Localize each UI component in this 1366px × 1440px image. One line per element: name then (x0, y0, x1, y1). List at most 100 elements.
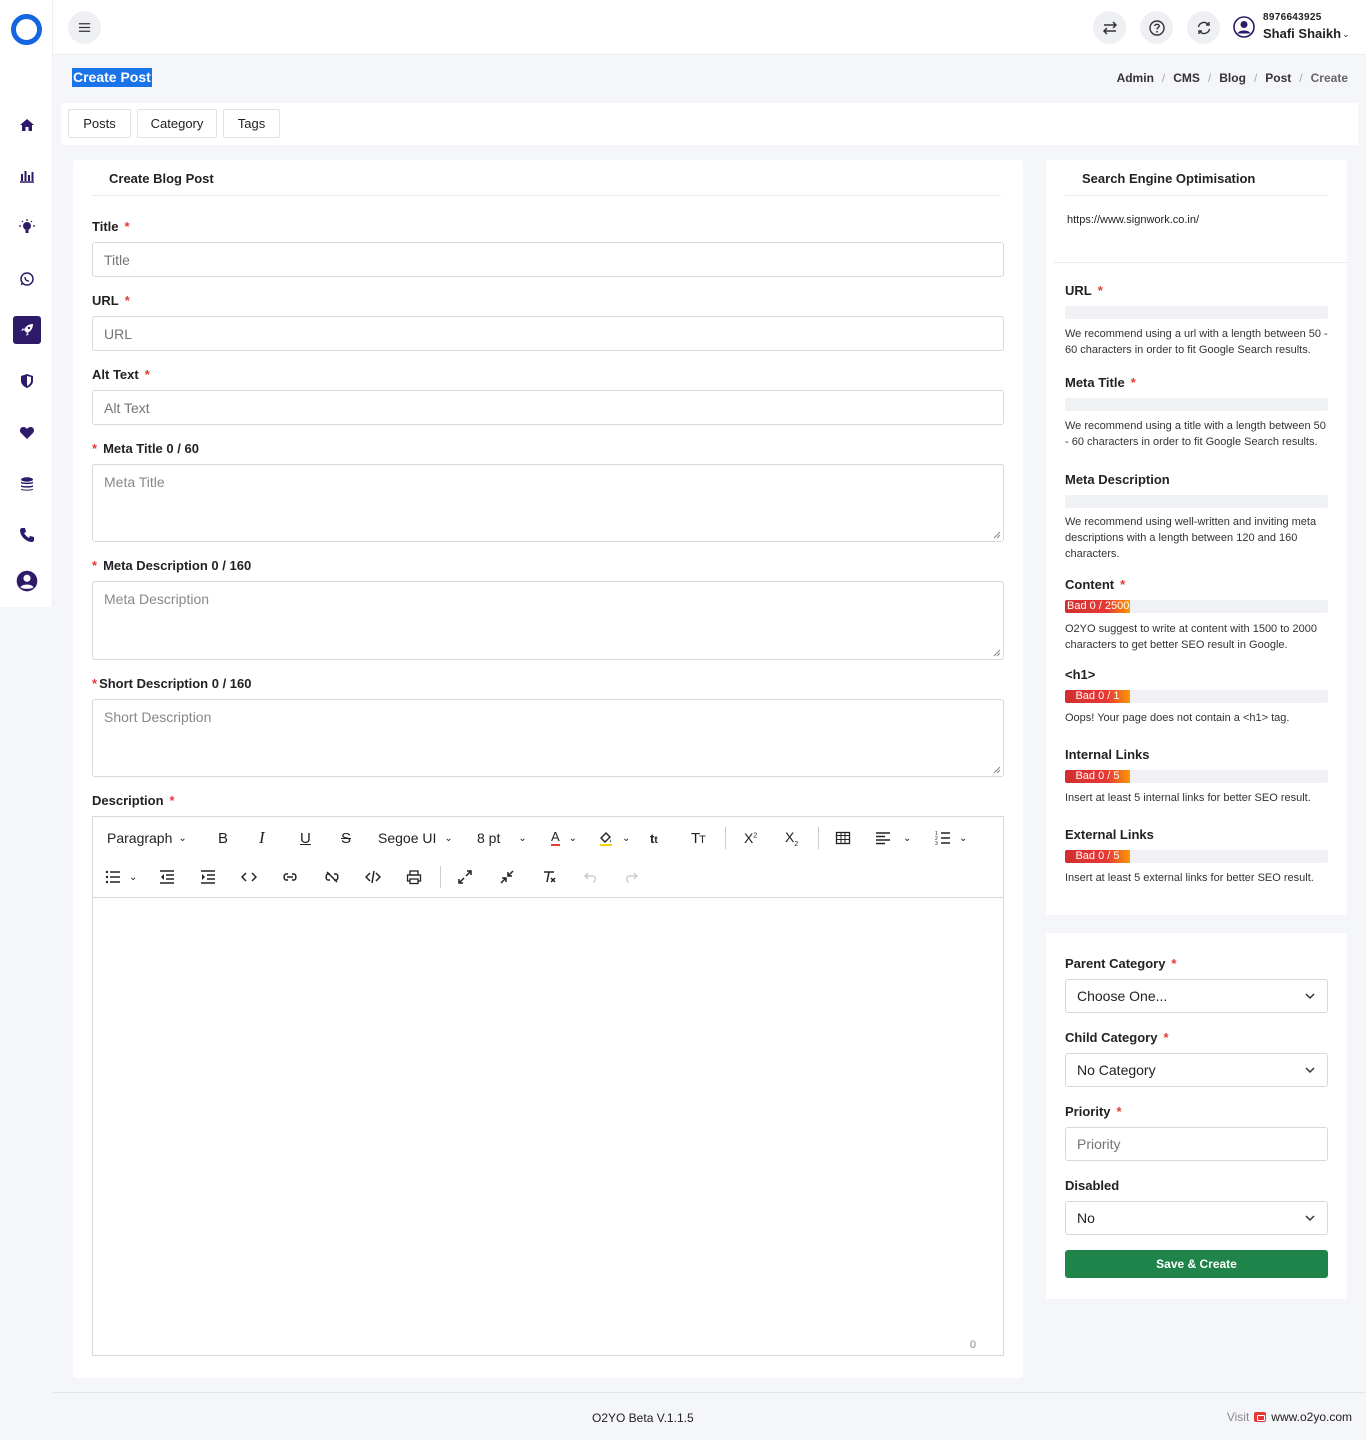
seo-content-label: Content * (1065, 577, 1126, 592)
editor-content-area[interactable] (93, 899, 1003, 1355)
resize-grip-icon[interactable] (993, 649, 1001, 657)
strikethrough-icon[interactable]: S (341, 827, 351, 849)
short-description-placeholder: Short Description (104, 709, 212, 725)
hamburger-menu-icon[interactable] (68, 11, 101, 44)
seo-h1-label: <h1> (1065, 667, 1096, 682)
block-format-select[interactable]: Paragraph ⌄ (107, 827, 187, 849)
child-category-value: No Category (1077, 1062, 1156, 1078)
source-code-icon[interactable] (365, 866, 381, 888)
short-description-textarea[interactable]: Short Description (92, 699, 1004, 777)
description-label: Description * (92, 793, 175, 808)
table-icon[interactable] (835, 827, 851, 849)
breadcrumb-post[interactable]: Post (1265, 71, 1291, 85)
subscript-icon[interactable]: X2 (785, 827, 798, 849)
underline-icon[interactable]: U (300, 827, 311, 849)
seo-meta-description-label: Meta Description (1065, 472, 1170, 487)
priority-input[interactable] (1065, 1127, 1328, 1161)
tab-tags[interactable]: Tags (223, 109, 280, 138)
seo-url-label: URL * (1065, 283, 1103, 298)
divider (92, 195, 1001, 196)
rocket-icon[interactable] (13, 316, 41, 344)
visit-label: Visit (1226, 1410, 1250, 1424)
toolbar-separator (818, 827, 819, 849)
meta-title-textarea[interactable]: Meta Title (92, 464, 1004, 542)
seo-content-note: O2YO suggest to write at content with 15… (1065, 623, 1317, 651)
title-input[interactable] (92, 242, 1004, 277)
tab-category[interactable]: Category (137, 109, 217, 138)
create-blog-post-card: Create Blog Post Title* URL* Alt Text* *… (73, 160, 1023, 1378)
profile-icon[interactable] (13, 567, 41, 595)
priority-label: Priority * (1065, 1104, 1122, 1119)
link-icon[interactable] (282, 866, 298, 888)
meta-title-label: * Meta Title 0 / 60 (92, 441, 199, 456)
uppercase-icon[interactable]: TT (691, 827, 706, 849)
outdent-icon[interactable] (159, 866, 175, 888)
resize-grip-icon[interactable] (993, 766, 1001, 774)
fullscreen-icon[interactable] (457, 866, 473, 888)
meta-description-textarea[interactable]: Meta Description (92, 581, 1004, 660)
alt-text-label: Alt Text * (92, 367, 150, 382)
seo-internal-links-label: Internal Links (1065, 747, 1150, 762)
title-label: Title * (92, 219, 130, 234)
lightbulb-icon[interactable] (13, 213, 41, 241)
disabled-select[interactable]: No (1065, 1201, 1328, 1235)
toolbar-separator (725, 827, 726, 849)
indent-icon[interactable] (200, 866, 216, 888)
bullet-list-icon[interactable]: ⌄ (105, 866, 137, 888)
font-size-select[interactable]: 8 pt ⌄ (477, 827, 527, 849)
chevron-down-icon: ⌄ (518, 832, 527, 844)
alt-text-input[interactable] (92, 390, 1004, 425)
chart-icon[interactable] (13, 162, 41, 190)
divider (1065, 195, 1328, 196)
breadcrumb-blog[interactable]: Blog (1219, 71, 1246, 85)
breadcrumb-admin[interactable]: Admin (1117, 71, 1154, 85)
whatsapp-icon[interactable] (13, 265, 41, 293)
print-icon[interactable] (406, 866, 422, 888)
home-icon[interactable] (13, 111, 41, 139)
chevron-down-icon (1305, 993, 1315, 1000)
tab-posts[interactable]: Posts (68, 109, 131, 138)
italic-icon[interactable]: I (259, 827, 265, 849)
user-menu[interactable]: 8976643925 Shafi Shaikh ⌄ (1233, 11, 1363, 45)
save-and-create-button[interactable]: Save & Create (1065, 1250, 1328, 1278)
child-category-label: Child Category * (1065, 1030, 1169, 1045)
unlink-icon[interactable] (324, 866, 340, 888)
shield-icon[interactable] (13, 367, 41, 395)
seo-meta-description-bar (1065, 495, 1328, 508)
text-color-icon[interactable]: A ⌄ (551, 827, 577, 849)
seo-meta-description-note: We recommend using well-written and invi… (1065, 516, 1317, 560)
breadcrumb-cms[interactable]: CMS (1173, 71, 1200, 85)
footer: O2YO Beta V.1.1.5 Visit www.o2yo.com (53, 1392, 1366, 1440)
switch-icon[interactable] (1093, 11, 1126, 44)
child-category-select[interactable]: No Category (1065, 1053, 1328, 1087)
parent-category-select[interactable]: Choose One... (1065, 979, 1328, 1013)
help-icon[interactable] (1140, 11, 1173, 44)
code-icon[interactable] (241, 866, 257, 888)
seo-internal-links-note: Insert at least 5 internal links for bet… (1065, 792, 1311, 804)
clear-format-icon[interactable] (541, 866, 557, 888)
database-icon[interactable] (13, 470, 41, 498)
footer-visit-link[interactable]: Visit www.o2yo.com (1227, 1410, 1352, 1424)
undo-icon[interactable] (583, 866, 599, 888)
sidebar (0, 0, 53, 607)
url-input[interactable] (92, 316, 1004, 351)
lowercase-icon[interactable]: tt (650, 827, 658, 849)
seo-preview-url: https://www.signwork.co.in/ (1067, 214, 1200, 226)
bold-icon[interactable]: B (218, 827, 228, 849)
highlight-color-icon[interactable]: ⌄ (598, 827, 630, 849)
minimize-icon[interactable] (499, 866, 515, 888)
align-left-icon[interactable]: ⌄ (875, 827, 911, 849)
numbered-list-icon[interactable]: 1 2 3 ⌄ (935, 827, 967, 849)
refresh-icon[interactable] (1187, 11, 1220, 44)
internal-links-status-badge: Bad 0 / 5 (1065, 770, 1130, 783)
post-settings-card: Parent Category * Choose One... Child Cat… (1046, 933, 1347, 1299)
meta-description-label: * Meta Description 0 / 160 (92, 558, 252, 573)
o2yo-logo[interactable] (11, 14, 42, 45)
resize-grip-icon[interactable] (993, 531, 1001, 539)
redo-icon[interactable] (623, 866, 639, 888)
superscript-icon[interactable]: X2 (744, 827, 757, 849)
heart-icon[interactable] (13, 419, 41, 447)
phone-icon[interactable] (13, 521, 41, 549)
visit-url[interactable]: www.o2yo.com (1271, 1410, 1352, 1424)
font-family-select[interactable]: Segoe UI ⌄ (378, 827, 453, 849)
